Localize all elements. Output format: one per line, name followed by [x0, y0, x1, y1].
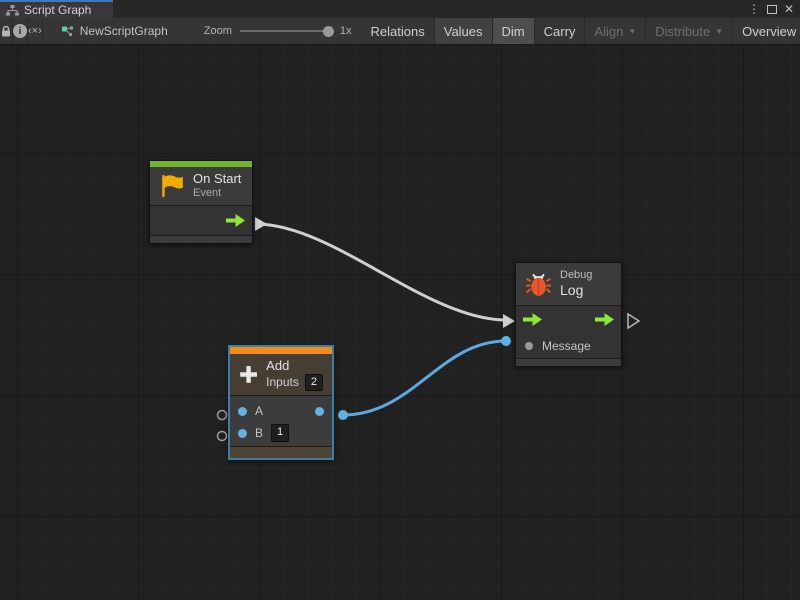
node-accent-bar — [230, 347, 332, 354]
code-view-button[interactable]: ‹×› — [28, 18, 43, 44]
node-kicker: Debug — [560, 269, 592, 282]
flow-output-port-icon[interactable] — [226, 214, 245, 227]
graph-name-label: NewScriptGraph — [80, 24, 168, 38]
bug-icon — [525, 271, 552, 298]
script-graph-icon — [61, 25, 74, 38]
graph-tab-icon — [6, 5, 19, 16]
script-graph-window: Script Graph ⋮ ✕ i ‹×› — [0, 0, 800, 600]
code-view-icon: ‹×› — [28, 25, 42, 37]
node-debug-log[interactable]: Debug Log Message — [515, 262, 622, 367]
graph-toolbar: i ‹×› NewScriptGraph Zoom 1x Relations V… — [0, 18, 800, 45]
flow-wire-end-arrow-icon — [503, 314, 515, 328]
flag-icon — [159, 173, 185, 199]
relations-toggle[interactable]: Relations — [362, 18, 435, 44]
align-dropdown[interactable]: Align ▼ — [585, 18, 646, 44]
log-exit-port-triangle[interactable] — [628, 314, 639, 328]
port-a-label: A — [255, 404, 263, 418]
node-header[interactable]: Add Inputs 2 — [230, 354, 332, 395]
zoom-control: Zoom 1x — [178, 18, 362, 44]
lock-button[interactable] — [0, 18, 13, 44]
node-title: Log — [560, 282, 592, 300]
tab-title: Script Graph — [24, 3, 91, 17]
graph-name-button[interactable]: NewScriptGraph — [43, 18, 178, 44]
message-input-port[interactable] — [525, 342, 533, 350]
value-wire-start-dot — [338, 410, 348, 420]
wire-layer — [0, 45, 800, 600]
node-port-row — [150, 205, 252, 235]
node-body: A B 1 — [230, 395, 332, 446]
flow-wire-start-arrow-icon — [255, 217, 267, 231]
window-controls: ⋮ ✕ — [748, 0, 800, 18]
node-header[interactable]: On Start Event — [150, 167, 252, 205]
node-header[interactable]: Debug Log — [516, 263, 621, 305]
distribute-label: Distribute — [655, 24, 710, 39]
input-b-port[interactable] — [238, 429, 247, 438]
tab-bar: Script Graph ⋮ ✕ — [0, 0, 800, 18]
message-port-label: Message — [542, 339, 591, 353]
tab-script-graph[interactable]: Script Graph — [0, 0, 113, 18]
graph-canvas[interactable]: On Start Event — [0, 45, 800, 600]
flow-port-row — [516, 306, 621, 333]
node-footer — [150, 235, 252, 243]
overview-button[interactable]: Overview — [733, 18, 800, 44]
lock-icon — [0, 25, 12, 38]
flow-wire-onstart-to-log[interactable] — [258, 224, 504, 320]
zoom-label: Zoom — [204, 25, 232, 37]
align-label: Align — [594, 24, 623, 39]
port-row-a: A — [230, 400, 332, 422]
flow-input-port-icon[interactable] — [523, 313, 542, 326]
values-toggle[interactable]: Values — [435, 18, 493, 44]
node-title: On Start — [193, 171, 241, 187]
port-b-value-field[interactable]: 1 — [271, 424, 289, 441]
inputs-label: Inputs — [266, 375, 299, 390]
node-body: Message — [516, 305, 621, 358]
flow-output-port-icon[interactable] — [595, 313, 614, 326]
distribute-dropdown[interactable]: Distribute ▼ — [646, 18, 733, 44]
node-subtitle: Event — [193, 187, 241, 201]
chevron-down-icon: ▼ — [715, 27, 723, 36]
message-port-row: Message — [516, 333, 621, 358]
sum-output-port[interactable] — [315, 407, 324, 416]
zoom-slider-knob[interactable] — [323, 26, 334, 37]
node-add[interactable]: Add Inputs 2 A B 1 — [228, 345, 334, 460]
node-title: Add — [266, 358, 323, 374]
info-icon: i — [13, 24, 27, 38]
port-b-label: B — [255, 426, 263, 440]
value-wire-end-dot — [501, 336, 511, 346]
maximize-icon[interactable] — [767, 5, 777, 14]
chevron-down-icon: ▼ — [628, 27, 636, 36]
info-button[interactable]: i — [13, 18, 28, 44]
zoom-slider[interactable] — [240, 30, 332, 32]
node-footer — [516, 358, 621, 366]
add-input-b-outer-ring[interactable] — [218, 432, 227, 441]
value-wire-add-to-message[interactable] — [343, 341, 506, 415]
node-footer — [230, 446, 332, 458]
add-input-a-outer-ring[interactable] — [218, 411, 227, 420]
node-on-start[interactable]: On Start Event — [149, 160, 253, 244]
zoom-value: 1x — [340, 25, 352, 37]
menu-icon[interactable]: ⋮ — [748, 3, 760, 15]
dim-toggle[interactable]: Dim — [493, 18, 535, 44]
input-a-port[interactable] — [238, 407, 247, 416]
inputs-count-field[interactable]: 2 — [305, 374, 323, 391]
close-icon[interactable]: ✕ — [784, 3, 794, 15]
port-row-b: B 1 — [230, 422, 332, 444]
plus-icon — [239, 362, 258, 387]
carry-toggle[interactable]: Carry — [535, 18, 586, 44]
